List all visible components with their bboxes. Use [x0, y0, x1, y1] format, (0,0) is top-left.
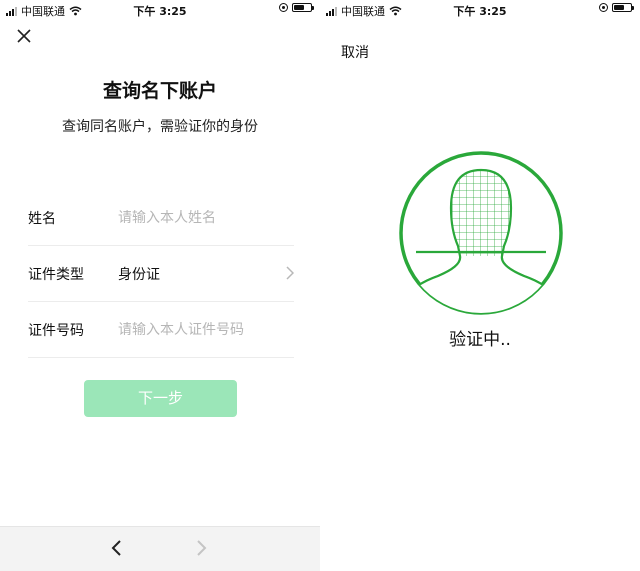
status-time: 下午 3:25 — [453, 5, 507, 18]
page-subtitle: 查询同名账户，需验证你的身份 — [62, 119, 258, 135]
battery-icon — [612, 3, 634, 12]
close-icon — [17, 29, 31, 43]
status-bar: 中国联通 下午 3:25 — [320, 0, 640, 18]
close-button[interactable] — [14, 26, 34, 46]
id-number-row: 证件号码 — [28, 302, 294, 358]
status-right — [279, 3, 314, 12]
chevron-right-icon — [286, 266, 294, 280]
id-number-label: 证件号码 — [28, 322, 84, 339]
browser-bottom-bar — [0, 526, 320, 571]
status-bar: 中国联通 下午 3:25 — [0, 0, 320, 18]
orientation-lock-icon — [599, 3, 608, 12]
status-time: 下午 3:25 — [133, 5, 187, 18]
identity-form: 姓名 证件类型 身份证 证件号码 — [28, 190, 294, 358]
battery-icon — [292, 3, 314, 12]
id-type-value: 身份证 — [118, 266, 160, 283]
name-input[interactable] — [118, 209, 268, 226]
back-arrow-icon[interactable] — [110, 539, 122, 557]
next-step-button[interactable]: 下一步 — [84, 380, 237, 417]
name-row: 姓名 — [28, 190, 294, 246]
query-accounts-screen: 中国联通 下午 3:25 查询名下账户 查询同名账户，需验证你的身份 姓名 证件… — [0, 0, 320, 571]
face-scan-icon — [399, 151, 563, 315]
name-label: 姓名 — [28, 210, 56, 227]
orientation-lock-icon — [279, 3, 288, 12]
id-type-row[interactable]: 证件类型 身份证 — [28, 246, 294, 302]
page-title: 查询名下账户 — [102, 80, 217, 102]
face-verification-screen: 中国联通 下午 3:25 取消 验证中.. — [320, 0, 640, 571]
id-number-input[interactable] — [118, 321, 268, 338]
forward-arrow-icon[interactable] — [196, 539, 208, 557]
cancel-button[interactable]: 取消 — [341, 42, 369, 62]
face-scan-frame — [396, 148, 566, 318]
id-type-label: 证件类型 — [28, 266, 84, 283]
verification-status: 验证中.. — [449, 330, 511, 350]
status-right — [599, 3, 634, 12]
